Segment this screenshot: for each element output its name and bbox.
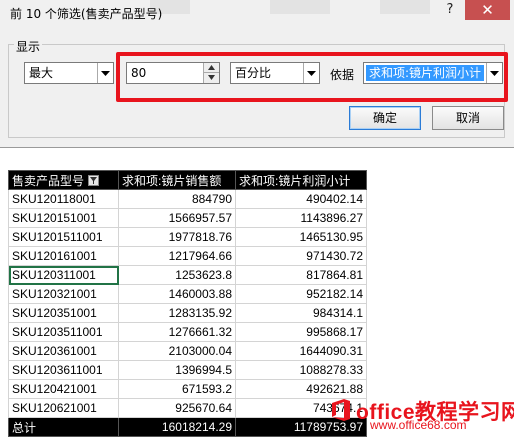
table-row: SKU120161001 1217964.66 971430.72 <box>8 246 367 266</box>
sku-cell[interactable]: SKU120321001 <box>8 284 119 304</box>
filter-icon[interactable] <box>88 174 100 186</box>
table-row: SKU120118001 884790 490402.14 <box>8 189 367 209</box>
background-sheet-ghost <box>270 0 330 14</box>
total-sales[interactable]: 16018214.29 <box>118 417 236 437</box>
sku-cell[interactable]: SKU120151001 <box>8 208 119 228</box>
red-highlight-box <box>116 52 508 102</box>
total-label[interactable]: 总计 <box>8 417 119 437</box>
office-logo-icon <box>332 399 350 421</box>
profit-cell[interactable]: 817864.81 <box>235 265 367 285</box>
pivot-header-row: 售卖产品型号 求和项:镜片销售额 求和项:镜片利润小计 <box>8 170 367 190</box>
help-button[interactable]: ? <box>436 0 464 20</box>
sku-cell[interactable]: SKU1203511001 <box>8 322 119 342</box>
top-bottom-value: 最大 <box>29 66 54 80</box>
ok-button[interactable]: 确定 <box>349 106 421 130</box>
row-label-header[interactable]: 售卖产品型号 <box>8 170 119 190</box>
sku-cell[interactable]: SKU1203611001 <box>8 360 119 380</box>
chevron-down-icon[interactable] <box>97 63 113 83</box>
sku-cell[interactable]: SKU120621001 <box>8 398 119 418</box>
sales-cell[interactable]: 884790 <box>118 189 236 209</box>
table-row: SKU120421001 671593.2 492621.88 <box>8 379 367 399</box>
table-row: SKU120311001 1253623.8 817864.81 <box>8 265 367 285</box>
table-row: SKU120321001 1460003.88 952182.14 <box>8 284 367 304</box>
profit-sum-header[interactable]: 求和项:镜片利润小计 <box>235 170 367 190</box>
profit-cell[interactable]: 1088278.33 <box>235 360 367 380</box>
table-row: SKU120151001 1566957.57 1143896.27 <box>8 208 367 228</box>
table-row: SKU1203611001 1396994.5 1088278.33 <box>8 360 367 380</box>
profit-cell[interactable]: 995868.17 <box>235 322 367 342</box>
table-row: SKU120621001 925670.64 743674.1 <box>8 398 367 418</box>
sku-cell[interactable]: SKU120118001 <box>8 189 119 209</box>
sales-cell[interactable]: 1283135.92 <box>118 303 236 323</box>
cancel-button[interactable]: 取消 <box>432 106 504 130</box>
sku-cell[interactable]: SKU1201511001 <box>8 227 119 247</box>
top10-filter-dialog: 前 10 个筛选(售卖产品型号) ? ✕ 显示 最大 80 百分比 依据 求和项… <box>0 0 514 148</box>
show-group-label: 显示 <box>14 38 43 55</box>
sku-cell[interactable]: SKU120421001 <box>8 379 119 399</box>
sku-cell-selected[interactable]: SKU120311001 <box>8 265 119 285</box>
watermark-url: www.office68.com <box>370 418 467 432</box>
sales-cell[interactable]: 925670.64 <box>118 398 236 418</box>
sales-sum-header[interactable]: 求和项:镜片销售额 <box>118 170 236 190</box>
grand-total-row: 总计 16018214.29 11789753.97 <box>8 417 367 437</box>
profit-cell[interactable]: 1143896.27 <box>235 208 367 228</box>
table-row: SKU1201511001 1977818.76 1465130.95 <box>8 227 367 247</box>
sales-cell[interactable]: 1460003.88 <box>118 284 236 304</box>
profit-cell[interactable]: 490402.14 <box>235 189 367 209</box>
profit-cell[interactable]: 984314.1 <box>235 303 367 323</box>
top-bottom-select[interactable]: 最大 <box>24 62 114 84</box>
sales-cell[interactable]: 2103000.04 <box>118 341 236 361</box>
sku-cell[interactable]: SKU120361001 <box>8 341 119 361</box>
table-row: SKU1203511001 1276661.32 995868.17 <box>8 322 367 342</box>
sku-cell[interactable]: SKU120351001 <box>8 303 119 323</box>
close-button[interactable]: ✕ <box>465 0 510 20</box>
dialog-title: 前 10 个筛选(售卖产品型号) <box>10 7 163 21</box>
pivot-table: 售卖产品型号 求和项:镜片销售额 求和项:镜片利润小计 SKU120118001… <box>8 170 367 437</box>
background-sheet-ghost <box>380 0 430 14</box>
sales-cell[interactable]: 1253623.8 <box>118 265 236 285</box>
sales-cell[interactable]: 671593.2 <box>118 379 236 399</box>
table-row: SKU120361001 2103000.04 1644090.31 <box>8 341 367 361</box>
sales-cell[interactable]: 1396994.5 <box>118 360 236 380</box>
sales-cell[interactable]: 1566957.57 <box>118 208 236 228</box>
table-row: SKU120351001 1283135.92 984314.1 <box>8 303 367 323</box>
profit-cell[interactable]: 492621.88 <box>235 379 367 399</box>
sku-cell[interactable]: SKU120161001 <box>8 246 119 266</box>
sales-cell[interactable]: 1276661.32 <box>118 322 236 342</box>
profit-cell[interactable]: 971430.72 <box>235 246 367 266</box>
profit-cell[interactable]: 952182.14 <box>235 284 367 304</box>
profit-cell[interactable]: 1644090.31 <box>235 341 367 361</box>
profit-cell[interactable]: 1465130.95 <box>235 227 367 247</box>
sales-cell[interactable]: 1217964.66 <box>118 246 236 266</box>
sales-cell[interactable]: 1977818.76 <box>118 227 236 247</box>
